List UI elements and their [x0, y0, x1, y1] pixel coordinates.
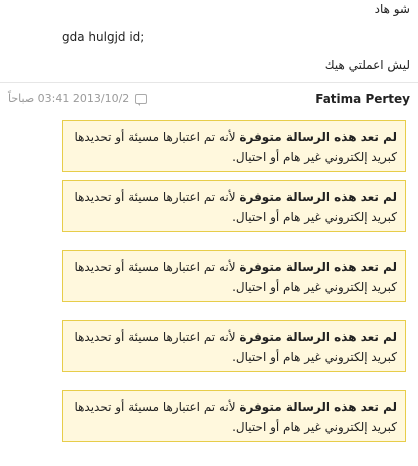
- post-timestamp[interactable]: 2013/10/2 03:41 صباحاً: [8, 92, 129, 105]
- notice-title: لم تعد هذه الرسالة متوفرة: [239, 190, 397, 204]
- unavailable-message-notice: لم تعد هذه الرسالة متوفرة لأنه تم اعتبار…: [62, 320, 406, 372]
- post-author[interactable]: Fatima Pertey: [315, 92, 410, 106]
- unavailable-message-notice: لم تعد هذه الرسالة متوفرة لأنه تم اعتبار…: [62, 250, 406, 302]
- comment-icon[interactable]: [135, 93, 148, 106]
- notice-title: لم تعد هذه الرسالة متوفرة: [239, 400, 397, 414]
- message-line-3: ليش اعملتي هيك: [324, 58, 410, 72]
- post-meta: 2013/10/2 03:41 صباحاً: [8, 92, 148, 106]
- unavailable-message-notice: لم تعد هذه الرسالة متوفرة لأنه تم اعتبار…: [62, 120, 406, 172]
- message-line-1: شو هاد: [374, 2, 410, 16]
- unavailable-message-notice: لم تعد هذه الرسالة متوفرة لأنه تم اعتبار…: [62, 390, 406, 442]
- message-line-2: gda hulgjd id;: [62, 30, 145, 44]
- notice-title: لم تعد هذه الرسالة متوفرة: [239, 130, 397, 144]
- notice-title: لم تعد هذه الرسالة متوفرة: [239, 260, 397, 274]
- unavailable-message-notice: لم تعد هذه الرسالة متوفرة لأنه تم اعتبار…: [62, 180, 406, 232]
- divider: [0, 82, 418, 83]
- notice-title: لم تعد هذه الرسالة متوفرة: [239, 330, 397, 344]
